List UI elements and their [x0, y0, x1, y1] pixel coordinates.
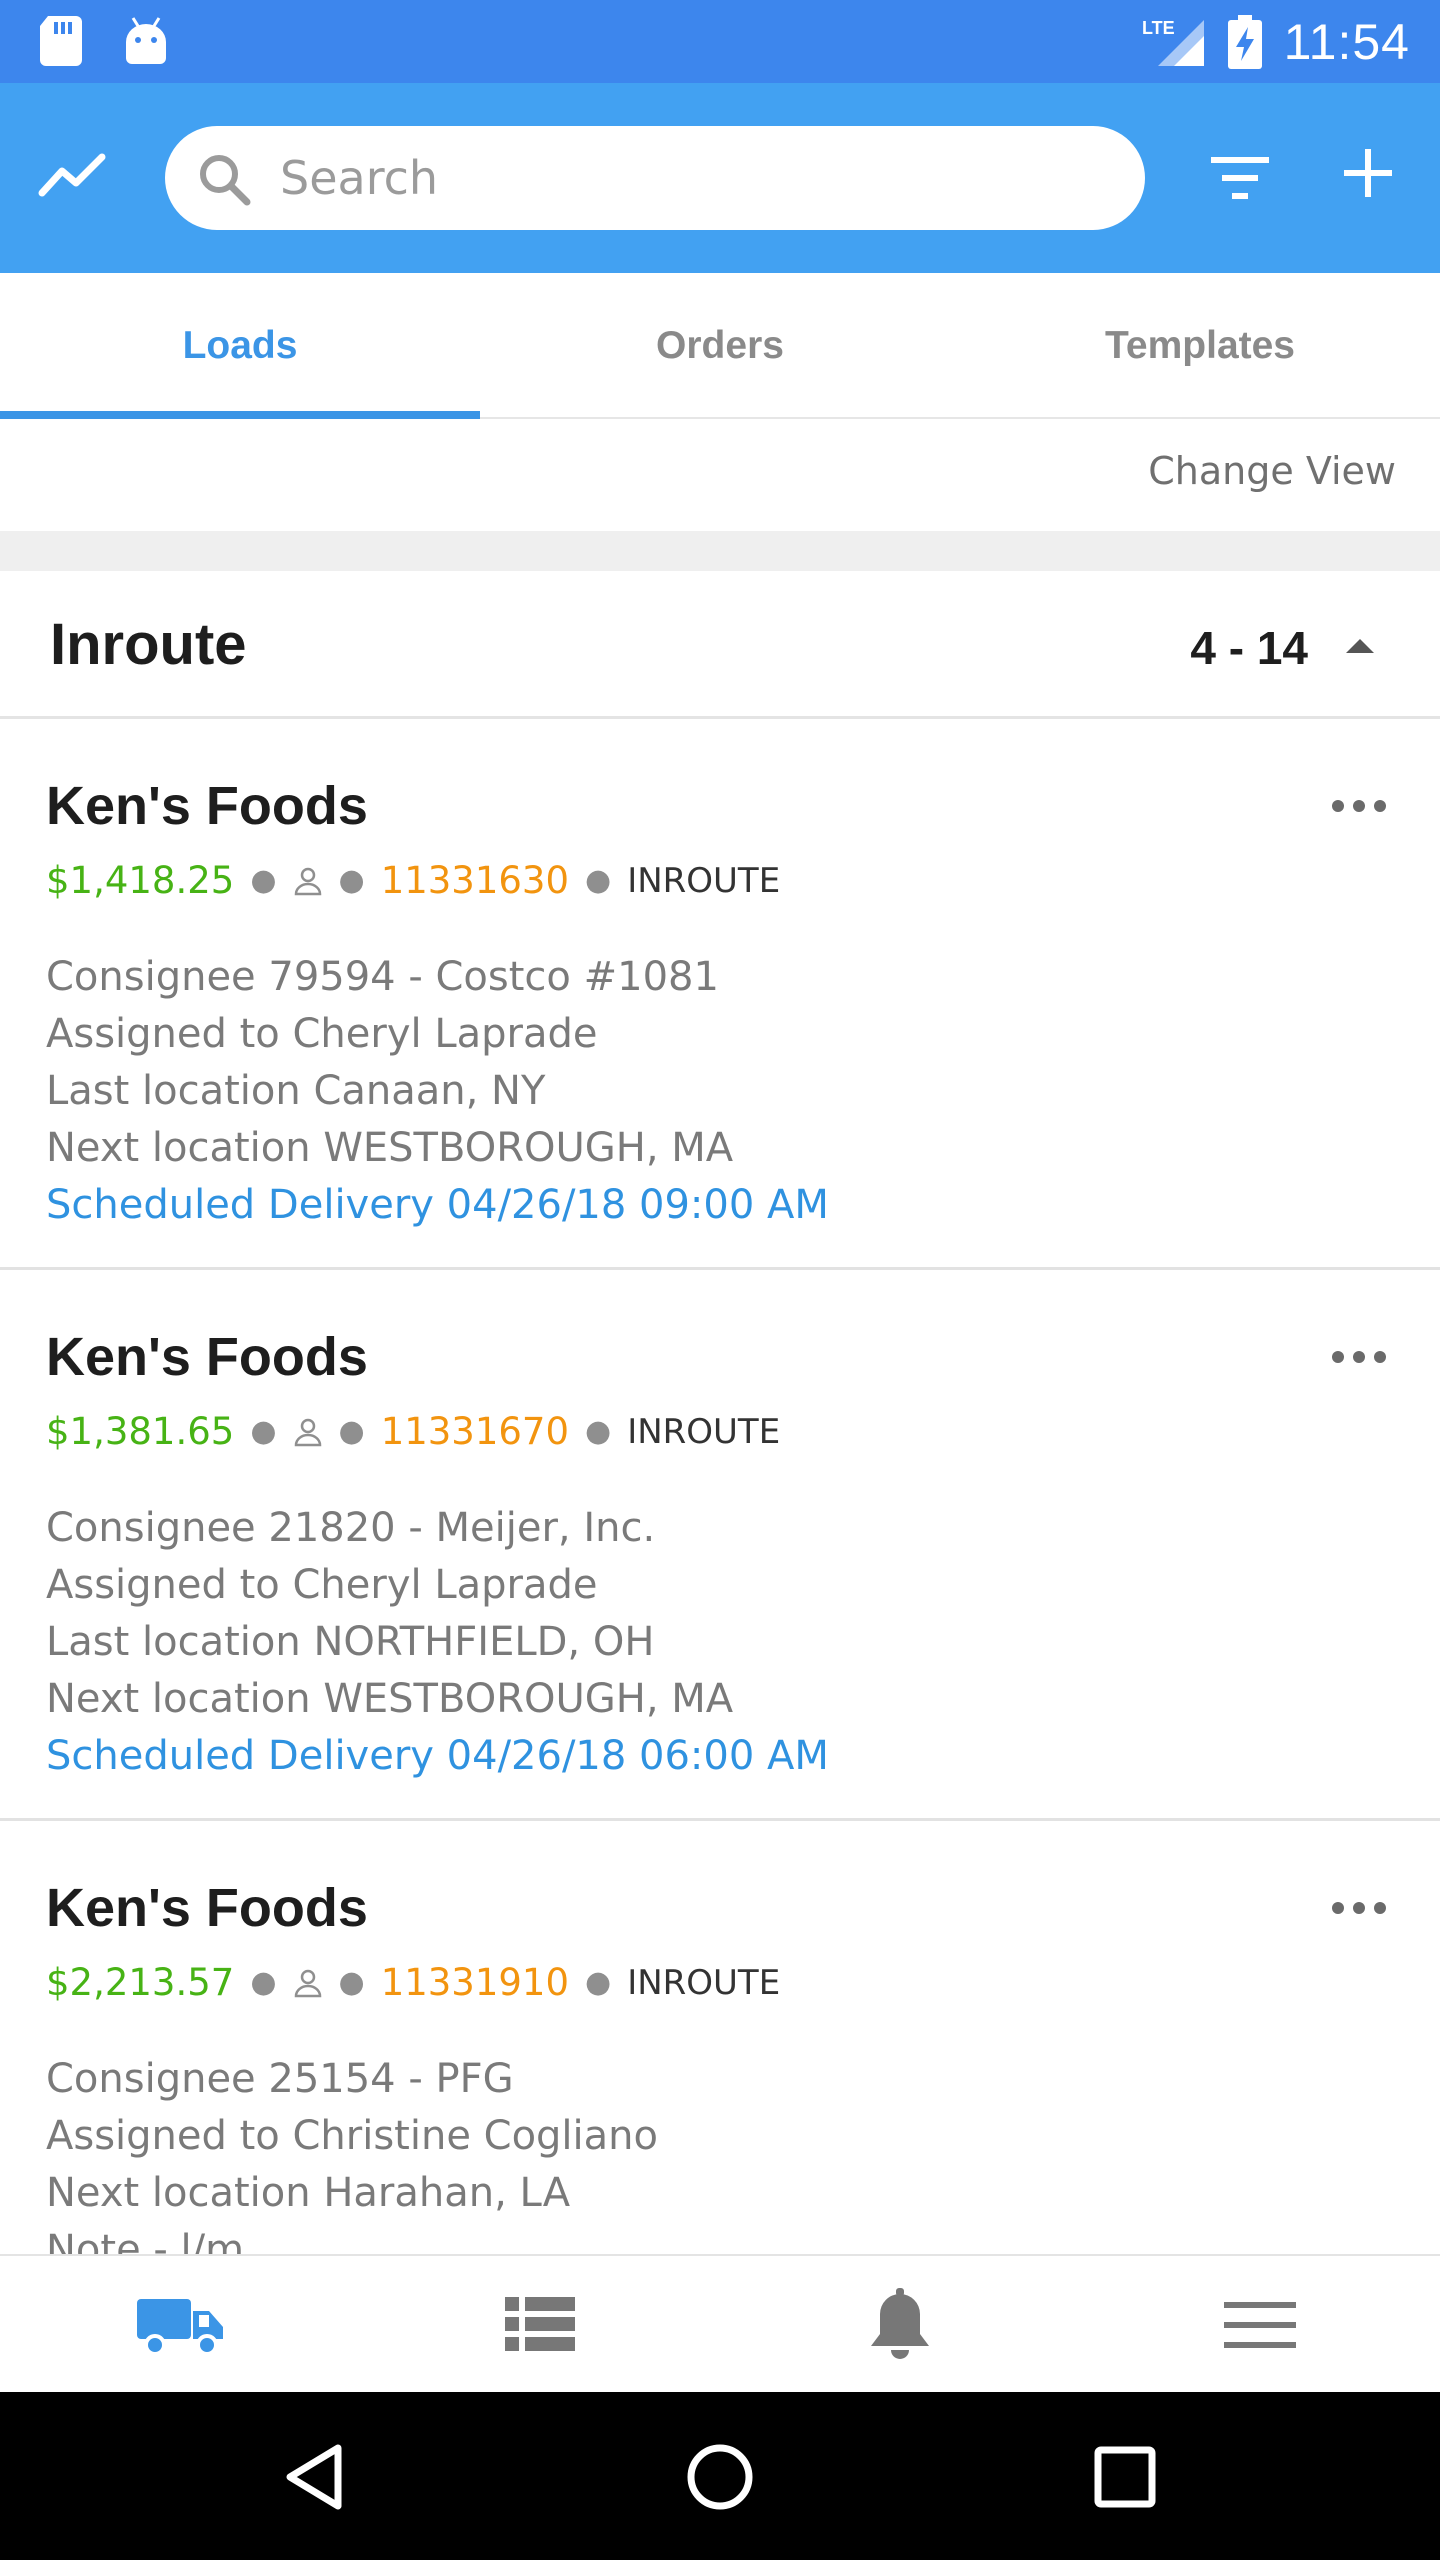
last-location-text: Last location NORTHFIELD, OH [46, 1619, 655, 1665]
load-list: Ken's Foods $1,418.25 ● ● 11331630 ● INR… [0, 719, 1440, 2254]
more-options-icon[interactable] [1330, 797, 1388, 815]
app-bar [0, 83, 1440, 273]
bottom-navigation [0, 2254, 1440, 2392]
tab-bar: Loads Orders Templates [0, 273, 1440, 419]
filter-button[interactable] [1205, 153, 1275, 203]
section-title: Inroute [50, 612, 247, 677]
load-status: INROUTE [627, 860, 781, 901]
app-screen: LTE 11:54 Search Loads Orders Templates … [0, 0, 1440, 2560]
consignee-text: Consignee 21820 - Meijer, Inc. [46, 1505, 656, 1551]
consignee-text: Consignee 25154 - PFG [46, 2056, 514, 2102]
next-location-text: Next location Harahan, LA [46, 2170, 571, 2216]
scheduled-delivery-text: Scheduled Delivery 04/26/18 09:00 AM [46, 1182, 829, 1228]
section-header[interactable]: Inroute 4 - 14 [0, 571, 1440, 719]
load-card[interactable]: Ken's Foods $1,418.25 ● ● 11331630 ● INR… [0, 719, 1440, 1270]
add-icon [1344, 149, 1392, 197]
system-recents-button[interactable] [1080, 2432, 1170, 2522]
active-tab-indicator [0, 411, 480, 419]
next-location-text: Next location WESTBOROUGH, MA [46, 1676, 734, 1722]
note-text: Note - l/m [46, 2227, 245, 2254]
load-number: 11331670 [380, 1410, 570, 1453]
load-amount: $1,418.25 [46, 859, 235, 902]
consignee-text: Consignee 79594 - Costco #1081 [46, 954, 719, 1000]
customer-name: Ken's Foods [46, 776, 368, 836]
menu-icon [1224, 2302, 1296, 2348]
load-card[interactable]: Ken's Foods $2,213.57 ● ● 11331910 ● INR… [0, 1821, 1440, 2254]
change-view-row: Change View [0, 421, 1440, 531]
last-location-text: Last location Canaan, NY [46, 1068, 546, 1114]
load-amount: $2,213.57 [46, 1961, 235, 2004]
android-icon [126, 17, 166, 64]
collapse-arrow-icon[interactable] [1342, 633, 1378, 657]
section-divider [0, 531, 1440, 571]
load-details: Consignee 25154 - PFG Assigned to Christ… [46, 2051, 658, 2254]
trend-icon [38, 153, 106, 197]
analytics-button[interactable] [38, 147, 108, 207]
truck-icon [137, 2299, 223, 2356]
load-details: Consignee 21820 - Meijer, Inc. Assigned … [46, 1500, 829, 1785]
assigned-text: Assigned to Cheryl Laprade [46, 1562, 598, 1608]
lte-signal-icon: LTE [1142, 18, 1204, 66]
person-icon [294, 1418, 321, 1446]
status-time: 11:54 [1283, 13, 1410, 70]
customer-name: Ken's Foods [46, 1878, 368, 1938]
load-status: INROUTE [627, 1411, 781, 1452]
status-bar: LTE 11:54 [0, 0, 1440, 83]
system-nav-bar [0, 2392, 1440, 2560]
person-icon [294, 867, 321, 895]
scheduled-delivery-text: Scheduled Delivery 04/26/18 06:00 AM [46, 1733, 829, 1779]
section-count: 4 - 14 [1190, 622, 1308, 674]
load-meta: $1,381.65 ● ● 11331670 ● INROUTE [46, 1410, 781, 1453]
tab-templates[interactable]: Templates [960, 273, 1440, 419]
load-details: Consignee 79594 - Costco #1081 Assigned … [46, 949, 829, 1234]
nav-menu[interactable] [1080, 2256, 1440, 2394]
person-icon [294, 1969, 321, 1997]
load-number: 11331630 [380, 859, 570, 902]
search-bar[interactable] [165, 126, 1145, 230]
nav-loads[interactable] [0, 2256, 360, 2394]
load-meta: $2,213.57 ● ● 11331910 ● INROUTE [46, 1961, 781, 2004]
assigned-text: Assigned to Cheryl Laprade [46, 1011, 598, 1057]
system-back-button[interactable] [270, 2432, 360, 2522]
system-home-button[interactable] [675, 2432, 765, 2522]
load-number: 11331910 [380, 1961, 570, 2004]
tab-loads[interactable]: Loads [0, 273, 480, 419]
add-button[interactable] [1340, 145, 1396, 201]
more-options-icon[interactable] [1330, 1348, 1388, 1366]
assigned-text: Assigned to Christine Cogliano [46, 2113, 658, 2159]
load-meta: $1,418.25 ● ● 11331630 ● INROUTE [46, 859, 781, 902]
next-location-text: Next location WESTBOROUGH, MA [46, 1125, 734, 1171]
bell-icon [871, 2288, 929, 2359]
search-input[interactable] [280, 126, 1080, 230]
tab-orders[interactable]: Orders [480, 273, 960, 419]
change-view-link[interactable]: Change View [1148, 449, 1396, 493]
recents-icon [1094, 2446, 1156, 2508]
list-icon [505, 2297, 575, 2351]
nav-notifications[interactable] [720, 2256, 1080, 2394]
search-icon [200, 155, 251, 206]
filter-icon [1211, 157, 1269, 199]
battery-charging-icon [1227, 14, 1262, 69]
back-icon [286, 2444, 342, 2510]
nav-list[interactable] [360, 2256, 720, 2394]
home-icon [687, 2444, 753, 2510]
network-label: LTE [1142, 18, 1175, 38]
sd-card-icon [40, 16, 82, 66]
load-amount: $1,381.65 [46, 1410, 235, 1453]
more-options-icon[interactable] [1330, 1899, 1388, 1917]
load-status: INROUTE [627, 1962, 781, 2003]
load-card[interactable]: Ken's Foods $1,381.65 ● ● 11331670 ● INR… [0, 1270, 1440, 1821]
customer-name: Ken's Foods [46, 1327, 368, 1387]
